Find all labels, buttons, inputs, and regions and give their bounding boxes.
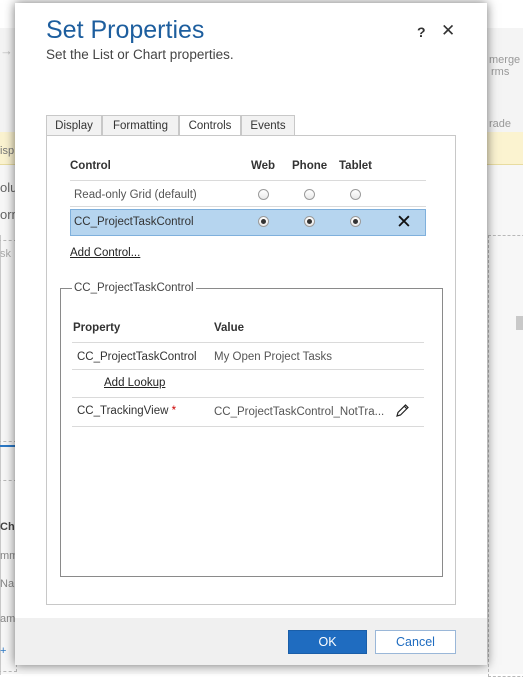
property-column-header: Property [73, 322, 121, 334]
background-accent-line [0, 445, 15, 447]
close-icon[interactable]: ✕ [441, 21, 455, 41]
pencil-icon-graphic [396, 404, 409, 417]
tab-events[interactable]: Events [241, 115, 295, 136]
tab-controls[interactable]: Controls [179, 115, 241, 137]
set-properties-dialog: Set Properties Set the List or Chart pro… [15, 3, 487, 665]
phone-column-header: Phone [292, 160, 328, 172]
background-notification-text: isp [0, 145, 15, 157]
background-ribbon-text-2: rms [491, 66, 510, 78]
control-name-selected: CC_ProjectTaskControl [74, 216, 194, 228]
background-text-na: Na [0, 578, 15, 590]
tab-display[interactable]: Display [46, 115, 102, 136]
value-column-header: Value [214, 322, 245, 334]
background-ribbon-text-1: merge [489, 54, 521, 66]
tablet-radio-selected[interactable] [350, 216, 361, 227]
web-column-header: Web [251, 160, 276, 172]
required-marker: * [171, 405, 177, 417]
web-radio[interactable] [258, 189, 269, 200]
phone-radio-selected[interactable] [304, 216, 315, 227]
tracking-view-label: CC_TrackingView [77, 405, 169, 417]
control-column-header: Control [70, 160, 111, 172]
property-value-tracking: CC_ProjectTaskControl_NotTra... [214, 406, 385, 418]
background-text-sk: sk [0, 248, 11, 260]
dialog-title: Set Properties [46, 16, 205, 44]
control-name: Read-only Grid (default) [74, 189, 197, 201]
cancel-button[interactable]: Cancel [375, 630, 456, 654]
controls-tab-panel: Control Web Phone Tablet Read-only Grid … [46, 135, 456, 605]
background-scrollbar-thumb [516, 316, 523, 330]
help-icon[interactable]: ? [417, 24, 426, 40]
property-row-divider [72, 397, 424, 398]
property-header-divider [72, 342, 424, 343]
property-name: CC_ProjectTaskControl [77, 351, 197, 363]
dialog-subtitle: Set the List or Chart properties. [46, 47, 234, 62]
background-ribbon-text-3: rade [489, 118, 512, 130]
tablet-column-header: Tablet [339, 160, 373, 172]
add-lookup-link[interactable]: Add Lookup [104, 377, 165, 389]
ok-button[interactable]: OK [288, 630, 367, 654]
dialog-footer: OK Cancel [15, 618, 487, 665]
background-ribbon-arrow: → [0, 43, 13, 58]
tablet-radio[interactable] [350, 189, 361, 200]
property-name-required: CC_TrackingView * [77, 405, 176, 417]
phone-radio[interactable] [304, 189, 315, 200]
tab-formatting[interactable]: Formatting [102, 115, 179, 136]
web-radio-selected[interactable] [258, 216, 269, 227]
property-row-divider [72, 369, 424, 370]
background-text-am: am [0, 613, 16, 625]
pencil-icon[interactable] [395, 403, 410, 423]
control-properties-legend: CC_ProjectTaskControl [72, 282, 196, 294]
remove-control-icon[interactable]: ✕ [396, 211, 412, 234]
table-header-divider [70, 180, 426, 181]
property-value: My Open Project Tasks [214, 351, 333, 363]
background-section-right [488, 235, 523, 677]
add-control-link[interactable]: Add Control... [70, 247, 140, 259]
background-add-icon: + [0, 645, 7, 657]
property-row-divider [72, 426, 424, 427]
row-divider [70, 206, 426, 207]
